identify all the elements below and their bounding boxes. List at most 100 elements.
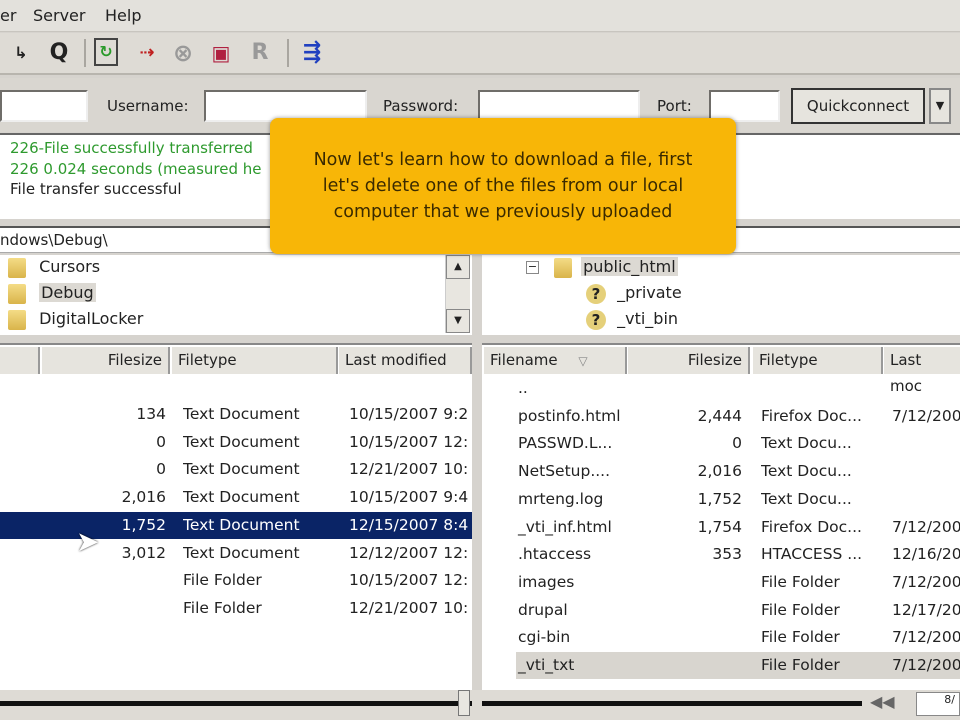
unknown-folder-icon: ? [586, 283, 606, 304]
table-row[interactable]: 3,012 Text Document 12/12/2007 12: [0, 540, 472, 567]
column-header-filetype[interactable]: Filetype [753, 347, 883, 374]
cell-modified: 7/12/200 [892, 406, 960, 425]
previous-page-icon[interactable]: ◀◀ [870, 692, 895, 711]
cell-modified: 10/15/2007 12: [349, 432, 469, 451]
cell-filename: PASSWD.L... [518, 434, 613, 453]
cell-filename: NetSetup.... [518, 462, 611, 481]
cell-modified: 10/15/2007 9:2 [349, 405, 469, 423]
status-area: ◀◀ 8/ [0, 690, 960, 720]
table-row[interactable]: 2,016 Text Document 10/15/2007 9:4 [0, 484, 472, 511]
column-header-filename[interactable]: Filename ▽ [484, 347, 627, 374]
cell-modified: 12/16/20 [892, 545, 960, 564]
host-input[interactable] [0, 90, 88, 122]
tree-item-cursors[interactable]: Cursors [8, 257, 100, 278]
table-row[interactable]: 0 Text Document 12/21/2007 10: [0, 456, 472, 483]
compare-icon[interactable]: ⇶ [297, 38, 327, 68]
scrollbar-thumb[interactable] [458, 690, 470, 716]
tooltip-line: let's delete one of the files from our l… [322, 176, 684, 196]
column-header-filetype[interactable]: Filetype [172, 347, 338, 374]
cancel-icon[interactable]: ⇢ [132, 38, 162, 68]
cell-filetype: Text Document [183, 432, 300, 451]
table-row[interactable]: .htaccess 353 HTACCESS ... 12/16/20 [482, 541, 960, 568]
local-tree: Cursors Debug DigitalLocker ▲ ▼ [0, 255, 472, 335]
column-header-modified[interactable]: Last moc [884, 347, 960, 395]
log-line: File transfer successful [10, 180, 182, 198]
cell-filetype: File Folder [761, 572, 840, 591]
table-row[interactable]: mrteng.log 1,752 Text Docu... [482, 486, 960, 513]
table-row[interactable]: cgi-bin File Folder 7/12/200 [482, 624, 960, 651]
cell-filesize: 0 [156, 460, 166, 479]
remote-horizontal-scrollbar[interactable] [482, 701, 862, 706]
cell-filename: images [518, 572, 575, 591]
cell-filetype: Text Docu... [761, 489, 852, 508]
collapse-icon[interactable]: − [526, 261, 539, 274]
cell-modified: 12/15/2007 8:4 [349, 515, 469, 534]
table-row[interactable]: File Folder 12/21/2007 10: [0, 595, 472, 622]
cell-filesize: 353 [712, 545, 742, 564]
menu-transfer[interactable]: er [0, 6, 16, 25]
cell-filesize: 1,752 [121, 515, 166, 534]
menu-server[interactable]: Server [33, 6, 85, 25]
column-header-filesize[interactable]: Filesize [42, 347, 170, 374]
table-row[interactable]: .. [482, 375, 960, 402]
toggle-queue-icon[interactable]: Q [44, 38, 74, 68]
refresh-icon[interactable]: ↻ [94, 38, 118, 66]
process-queue-icon[interactable]: ↳ [6, 38, 36, 68]
cell-modified: 12/17/20 [892, 600, 960, 619]
cell-filetype: Text Document [183, 543, 300, 562]
toolbar-separator [84, 39, 86, 67]
cell-filetype: Firefox Doc... [761, 517, 862, 536]
cell-filetype: File Folder [761, 656, 840, 674]
quickconnect-button[interactable]: Quickconnect [791, 88, 925, 124]
table-row[interactable]: 0 Text Document 10/15/2007 12: [0, 429, 472, 456]
disconnect-icon[interactable]: ▣ [206, 38, 236, 68]
table-row[interactable]: _vti_inf.html 1,754 Firefox Doc... 7/12/… [482, 514, 960, 541]
table-row[interactable]: images File Folder 7/12/200 [482, 569, 960, 596]
folder-icon [8, 257, 26, 278]
cell-filetype: Text Docu... [761, 462, 852, 481]
tree-item-digitallocker[interactable]: DigitalLocker [8, 309, 143, 330]
table-row[interactable]: 134 Text Document 10/15/2007 9:2 [0, 401, 472, 428]
scroll-down-icon[interactable]: ▼ [446, 309, 470, 333]
stop-icon[interactable]: ⊗ [168, 38, 198, 68]
cell-filesize: 0 [156, 432, 166, 451]
menu-help[interactable]: Help [105, 6, 141, 25]
cell-filename: postinfo.html [518, 406, 621, 425]
cell-filetype: Text Docu... [761, 434, 852, 453]
cell-filename: cgi-bin [518, 628, 571, 647]
tree-item-debug[interactable]: Debug [8, 283, 96, 304]
tree-item-public-html[interactable]: public_html [554, 257, 678, 278]
scroll-up-icon[interactable]: ▲ [446, 255, 470, 279]
table-row[interactable]: postinfo.html 2,444 Firefox Doc... 7/12/… [482, 403, 960, 430]
cell-filesize: 1,752 [697, 489, 742, 508]
table-row[interactable]: drupal File Folder 12/17/20 [482, 597, 960, 624]
cell-filesize: 134 [136, 405, 166, 423]
table-row[interactable]: PASSWD.L... 0 Text Docu... [482, 430, 960, 457]
cell-filesize: 2,016 [121, 488, 166, 507]
quickconnect-dropdown[interactable]: ▼ [929, 88, 951, 124]
password-label: Password: [383, 97, 459, 115]
folder-icon [554, 257, 572, 278]
local-tree-scrollbar[interactable]: ▲ ▼ [445, 255, 470, 333]
cell-filetype: Text Document [183, 515, 300, 534]
cell-filename: .. [518, 379, 528, 397]
reconnect-icon[interactable]: R [245, 38, 275, 68]
column-header-modified[interactable]: Last modified [339, 347, 472, 374]
cell-filename: _vti_inf.html [518, 517, 612, 536]
table-row[interactable]: NetSetup.... 2,016 Text Docu... [482, 458, 960, 485]
column-header-filesize[interactable]: Filesize [628, 347, 750, 374]
cell-filename: drupal [518, 600, 568, 619]
remote-tree: − public_html ? _private ? _vti_bin [482, 255, 960, 335]
cell-filetype: File Folder [183, 598, 262, 617]
local-horizontal-scrollbar[interactable] [0, 701, 472, 706]
table-row[interactable]: 1,752 Text Document 12/15/2007 8:4 [0, 511, 472, 539]
column-header-filename[interactable] [0, 347, 40, 374]
username-label: Username: [107, 97, 189, 115]
table-row[interactable]: File Folder 10/15/2007 12: [0, 567, 472, 594]
pane-splitter[interactable] [472, 226, 482, 690]
tutorial-tooltip: Now let's learn how to download a file, … [270, 118, 736, 254]
cell-filename: mrteng.log [518, 489, 604, 508]
tree-item-private[interactable]: ? _private [586, 283, 682, 304]
table-row[interactable]: _vti_txt File Folder 7/12/200 [516, 652, 960, 679]
tree-item-vti-bin[interactable]: ? _vti_bin [586, 309, 678, 330]
